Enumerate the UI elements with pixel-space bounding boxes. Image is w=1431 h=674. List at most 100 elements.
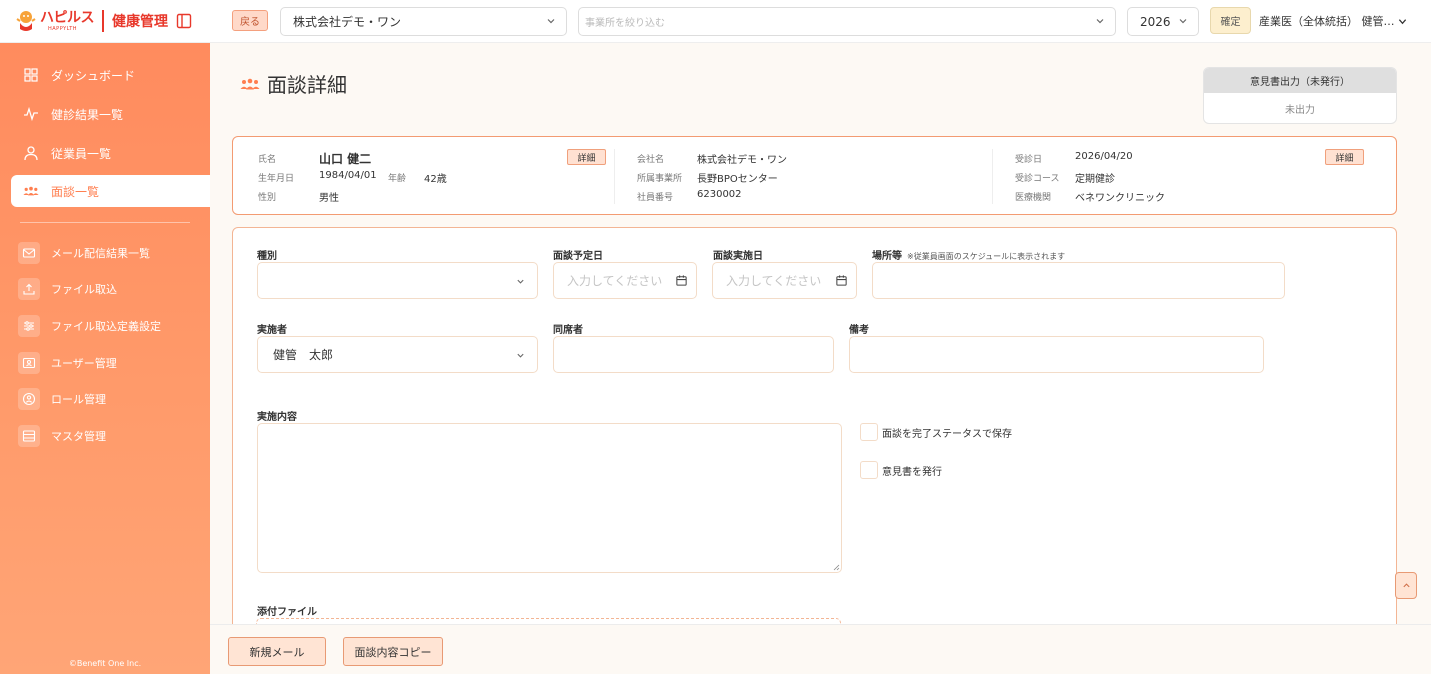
office-filter-select[interactable]: 事業所を絞り込む <box>578 7 1116 36</box>
chevron-down-icon <box>517 279 524 284</box>
actual-date-placeholder: 入力してください <box>726 274 822 288</box>
exam-date: 2026/04/20 <box>1075 151 1133 162</box>
brand: ハピルス HAPPYLTH 健康管理 <box>14 7 192 35</box>
conductor-label: 実施者 <box>257 325 287 336</box>
sidebar-item-label: ロール管理 <box>51 393 106 406</box>
year-select-value: 2026 <box>1140 14 1171 29</box>
exam-course: 定期健診 <box>1075 174 1115 185</box>
calendar-icon[interactable] <box>835 274 848 287</box>
chevron-down-icon <box>1398 18 1406 24</box>
role-select[interactable]: 産業医（全体統括） 健管… <box>1259 13 1407 29</box>
scheduled-date-input[interactable]: 入力してください <box>553 262 697 299</box>
office-label: 所属事業所 <box>637 174 683 184</box>
page-title-text: 面談詳細 <box>267 73 347 97</box>
sidebar-divider <box>20 222 190 223</box>
issue-opinion-label: 意見書を発行 <box>882 466 942 478</box>
opinion-output-status: 未出力 <box>1285 104 1315 116</box>
gender-label: 性別 <box>258 193 277 203</box>
copyright: ©Benefit One Inc. <box>68 659 142 668</box>
employee-detail-button[interactable]: 詳細 <box>567 149 606 165</box>
sidebar-item-dashboard[interactable]: ダッシュボード <box>11 59 210 91</box>
type-select[interactable] <box>257 262 538 299</box>
employee-age: 42歳 <box>424 174 447 185</box>
age-label: 年齢 <box>388 174 407 184</box>
brand-divider <box>102 10 104 32</box>
content-textarea[interactable] <box>257 423 842 573</box>
grid-icon <box>24 68 38 82</box>
exam-detail-button[interactable]: 詳細 <box>1325 149 1364 165</box>
brand-name: ハピルス <box>40 9 95 26</box>
location-label: 場所等 ※従業員画面のスケジュールに表示されます <box>872 247 1065 262</box>
employee-no: 6230002 <box>697 189 742 200</box>
info-divider <box>992 149 993 204</box>
chevron-down-icon <box>1096 19 1104 24</box>
sidebar-item-label: 従業員一覧 <box>51 146 112 161</box>
sidebar-item-import-settings[interactable]: ファイル取込定義設定 <box>18 314 208 338</box>
sidebar-item-label: ダッシュボード <box>51 68 136 83</box>
opinion-output-header: 意見書出力（未発行） <box>1204 68 1396 93</box>
new-mail-button[interactable]: 新規メール <box>228 637 326 666</box>
chevron-down-icon <box>547 19 555 24</box>
table-icon <box>22 430 36 442</box>
sidebar-item-label: ユーザー管理 <box>51 357 117 370</box>
page-title: 面談詳細 <box>240 69 347 98</box>
brand-sub: HAPPYLTH <box>48 25 78 32</box>
sidebar-item-label: メール配信結果一覧 <box>51 247 150 260</box>
back-button[interactable]: 戻る <box>232 10 268 31</box>
chevron-down-icon <box>1179 19 1187 24</box>
remarks-label: 備考 <box>849 325 869 336</box>
company-select[interactable]: 株式会社デモ・ワン <box>280 7 567 36</box>
bottom-action-bar: 新規メール 面談内容コピー <box>210 624 1431 674</box>
attendee-label: 同席者 <box>553 325 583 336</box>
resize-grip-icon[interactable] <box>832 563 840 571</box>
attendee-input[interactable] <box>553 336 834 373</box>
conductor-value: 健管 太郎 <box>273 348 334 362</box>
conductor-select[interactable]: 健管 太郎 <box>257 336 538 373</box>
sidebar-item-user-management[interactable]: ユーザー管理 <box>18 351 208 375</box>
exam-date-label: 受診日 <box>1015 155 1043 165</box>
location-note: ※従業員画面のスケジュールに表示されます <box>907 252 1066 261</box>
company-name: 株式会社デモ・ワン <box>697 155 787 166</box>
sidebar-item-label: ファイル取込 <box>51 283 117 296</box>
clinic-name: ベネワンクリニック <box>1075 193 1165 204</box>
interview-form: 種別 面談予定日 入力してください 面談実施日 入力してください 場所等 ※従業員… <box>232 227 1397 674</box>
type-label: 種別 <box>257 251 277 262</box>
sidebar-item-employees[interactable]: 従業員一覧 <box>11 137 210 169</box>
actual-date-input[interactable]: 入力してください <box>712 262 857 299</box>
checkbox[interactable] <box>860 423 878 441</box>
top-bar: ハピルス HAPPYLTH 健康管理 戻る 株式会社デモ・ワン 事業所を絞り込む… <box>0 0 1431 43</box>
scroll-to-top-button[interactable] <box>1395 572 1417 599</box>
sidebar-item-file-import[interactable]: ファイル取込 <box>18 277 208 301</box>
id-card-icon <box>22 357 36 369</box>
complete-status-checkbox[interactable]: 面談を完了ステータスで保存 <box>860 423 1012 441</box>
sidebar-item-label: マスタ管理 <box>51 430 106 443</box>
checkbox[interactable] <box>860 461 878 479</box>
location-label-text: 場所等 <box>872 251 902 262</box>
opinion-output-panel: 意見書出力（未発行） 未出力 <box>1203 67 1397 124</box>
employee-gender: 男性 <box>319 193 339 204</box>
confirm-button[interactable]: 確定 <box>1210 7 1251 34</box>
calendar-icon[interactable] <box>675 274 688 287</box>
sidebar-item-interviews[interactable]: 面談一覧 <box>11 175 210 207</box>
attachment-label: 添付ファイル <box>257 607 317 618</box>
panel-toggle-icon[interactable] <box>176 13 192 29</box>
app-name: 健康管理 <box>112 14 168 30</box>
sidebar-item-label: 健診結果一覧 <box>51 107 124 122</box>
location-input[interactable] <box>872 262 1285 299</box>
year-select[interactable]: 2026 <box>1127 7 1199 36</box>
sidebar-item-checkup-results[interactable]: 健診結果一覧 <box>11 98 210 130</box>
office-filter-placeholder: 事業所を絞り込む <box>585 18 665 29</box>
copy-interview-button[interactable]: 面談内容コピー <box>343 637 443 666</box>
sidebar-item-mail-results[interactable]: メール配信結果一覧 <box>18 241 208 265</box>
employee-name: 山口 健二 <box>319 152 372 166</box>
sidebar-item-role-management[interactable]: ロール管理 <box>18 387 208 411</box>
sidebar-item-master-management[interactable]: マスタ管理 <box>18 424 208 448</box>
exam-course-label: 受診コース <box>1015 174 1060 184</box>
remarks-input[interactable] <box>849 336 1264 373</box>
role-icon <box>22 392 36 406</box>
chevron-down-icon <box>517 353 524 358</box>
content-label: 実施内容 <box>257 412 297 423</box>
chevron-up-icon <box>1402 583 1410 588</box>
issue-opinion-checkbox[interactable]: 意見書を発行 <box>860 461 942 479</box>
employee-birthdate: 1984/04/01 <box>319 170 377 181</box>
